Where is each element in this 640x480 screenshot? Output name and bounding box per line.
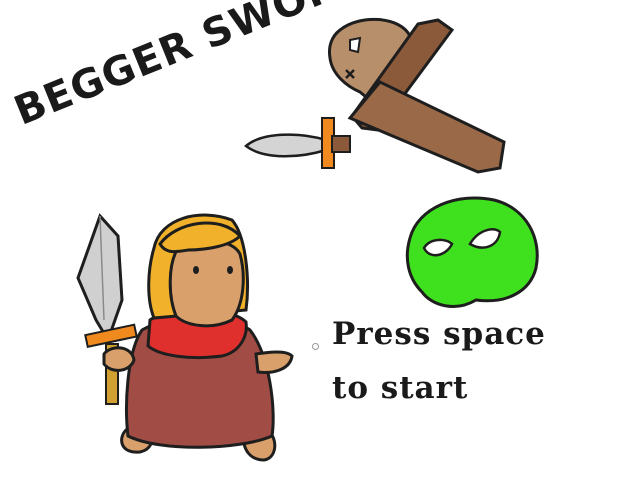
- start-prompt-line-2: to start: [332, 370, 469, 406]
- slime-enemy-sprite: [405, 196, 539, 308]
- title-screen[interactable]: BEGGER SWORD Press space to start: [0, 0, 640, 480]
- prompt-bullet-icon: [312, 343, 319, 350]
- start-prompt-line-1: Press space: [332, 316, 546, 352]
